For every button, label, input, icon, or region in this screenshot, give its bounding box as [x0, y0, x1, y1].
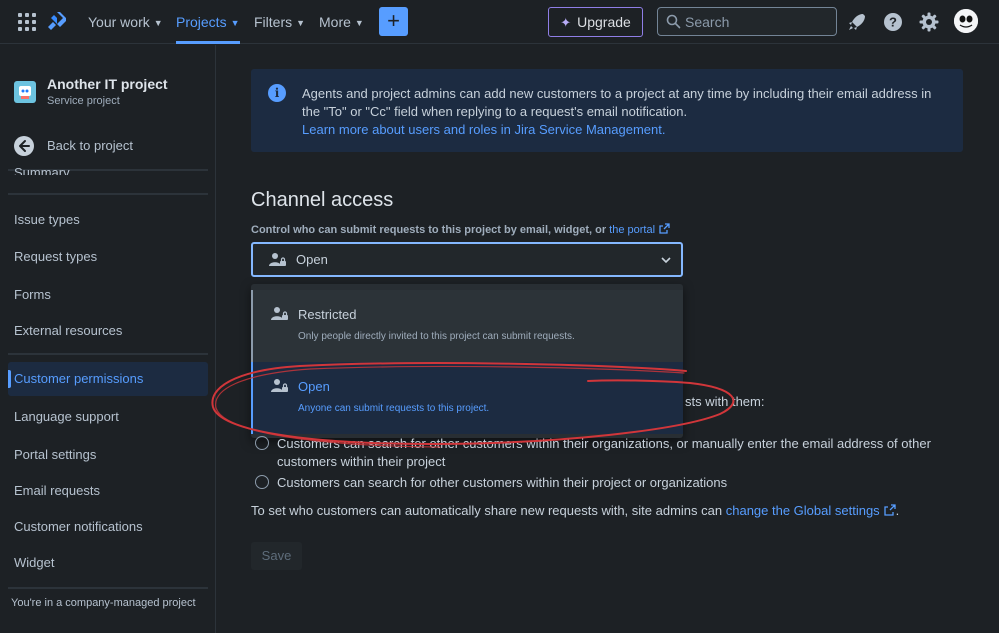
person-lock-icon: [269, 253, 286, 266]
chevron-down-icon: ▼: [296, 18, 306, 29]
learn-more-link[interactable]: Learn more about users and roles in Jira…: [302, 122, 665, 137]
person-lock-icon: [271, 379, 288, 392]
nav-filters[interactable]: Filters ▼: [254, 0, 305, 44]
sidebar-item-widget[interactable]: Widget: [8, 546, 208, 580]
project-avatar-icon: [14, 81, 36, 103]
external-link-icon: [884, 504, 896, 516]
upgrade-label: Upgrade: [577, 14, 631, 30]
sidebar-item-customer-permissions[interactable]: Customer permissions: [8, 362, 208, 396]
sharing-option-1-label: Customers can search for other customers…: [277, 436, 931, 469]
nav-more-label: More: [319, 14, 351, 30]
nav-your-work[interactable]: Your work ▼: [88, 0, 163, 44]
sidebar-item-customer-notifications[interactable]: Customer notifications: [8, 510, 208, 544]
search-box[interactable]: [657, 7, 837, 36]
search-input[interactable]: [685, 8, 833, 35]
sidebar-item-external-resources[interactable]: External resources: [8, 314, 208, 348]
nav-projects[interactable]: Projects ▼: [176, 0, 240, 44]
app-switcher-icon[interactable]: [18, 13, 36, 31]
portal-link[interactable]: the portal: [609, 224, 655, 236]
person-lock-icon: [271, 307, 288, 320]
save-button[interactable]: Save: [251, 542, 302, 570]
chevron-down-icon: ▼: [230, 18, 240, 29]
info-icon: i: [268, 84, 286, 102]
arrow-left-icon: [14, 136, 34, 156]
jira-logo-icon[interactable]: [47, 11, 67, 33]
sidebar-item-summary[interactable]: Summary: [14, 163, 70, 175]
settings-gear-icon[interactable]: [918, 11, 940, 33]
upgrade-button[interactable]: ✦ Upgrade: [548, 7, 643, 37]
svg-text:?: ?: [889, 15, 897, 30]
option-open[interactable]: Open Anyone can submit requests to this …: [251, 362, 683, 434]
sharing-partial-text: sts with them:: [685, 394, 765, 409]
global-settings-text: To set who customers can automatically s…: [251, 503, 899, 518]
create-button[interactable]: +: [379, 7, 408, 36]
channel-access-heading: Channel access: [251, 189, 394, 211]
global-settings-message: To set who customers can automatically s…: [251, 503, 723, 518]
skull-avatar-icon: [954, 9, 978, 33]
chevron-down-icon: [661, 257, 671, 264]
option-restricted-title: Restricted: [298, 307, 357, 322]
option-open-desc: Anyone can submit requests to this proje…: [298, 403, 490, 414]
channel-access-label-text: Control who can submit requests to this …: [251, 224, 607, 236]
notifications-rocket-icon[interactable]: [846, 11, 868, 33]
info-message: Agents and project admins can add new cu…: [302, 86, 932, 119]
sidebar-item-email-requests[interactable]: Email requests: [8, 474, 208, 508]
selected-value: Open: [296, 252, 328, 267]
search-icon: [666, 14, 681, 29]
sidebar-divider: [8, 193, 208, 195]
project-name: Another IT project: [47, 76, 168, 92]
global-settings-period: .: [895, 503, 900, 518]
chevron-down-icon: ▼: [354, 18, 364, 29]
top-navigation: Your work ▼ Projects ▼ Filters ▼ More ▼ + ✦ U…: [0, 0, 999, 44]
sidebar-divider: [8, 587, 208, 589]
sidebar-divider: [8, 353, 208, 355]
nav-filters-label: Filters: [254, 14, 293, 30]
option-restricted-desc: Only people directly invited to this pro…: [298, 331, 575, 342]
nav-your-work-label: Your work: [88, 14, 150, 30]
radio-button[interactable]: [255, 475, 269, 489]
help-icon[interactable]: ?: [882, 11, 904, 33]
info-text-block: Agents and project admins can add new cu…: [302, 85, 952, 139]
sparkle-icon: ✦: [560, 15, 572, 30]
sidebar-item-forms[interactable]: Forms: [8, 278, 208, 312]
sidebar: Another IT project Service project Back …: [0, 45, 216, 633]
option-restricted[interactable]: Restricted Only people directly invited …: [251, 290, 683, 362]
chevron-down-icon: ▼: [153, 18, 163, 29]
global-settings-link[interactable]: change the Global settings: [726, 503, 880, 518]
external-link-icon: [659, 223, 670, 234]
radio-button[interactable]: [255, 436, 269, 450]
channel-access-select[interactable]: Open: [251, 242, 683, 277]
sidebar-item-issue-types[interactable]: Issue types: [8, 203, 208, 237]
sharing-option-2-label: Customers can search for other customers…: [277, 475, 728, 490]
sidebar-item-portal-settings[interactable]: Portal settings: [8, 438, 208, 472]
option-open-title: Open: [298, 379, 330, 394]
info-panel: i Agents and project admins can add new …: [251, 69, 963, 152]
nav-projects-label: Projects: [176, 14, 227, 30]
sidebar-item-language-support[interactable]: Language support: [8, 400, 208, 434]
channel-access-dropdown: Restricted Only people directly invited …: [251, 284, 683, 438]
project-type: Service project: [47, 95, 120, 107]
sidebar-item-request-types[interactable]: Request types: [8, 240, 208, 274]
back-to-project-label: Back to project: [47, 138, 133, 153]
user-avatar[interactable]: [954, 9, 978, 33]
sidebar-footer-text: You're in a company-managed project: [11, 597, 196, 609]
nav-more[interactable]: More ▼: [319, 0, 364, 44]
channel-access-label: Control who can submit requests to this …: [251, 223, 670, 236]
